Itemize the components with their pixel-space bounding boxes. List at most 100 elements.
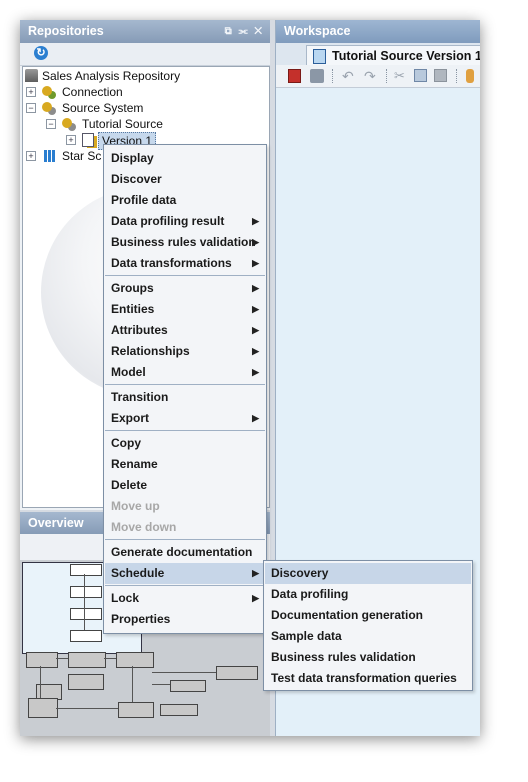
menu-item-business-rules-validation[interactable]: Business rules validation ▶ <box>105 232 265 253</box>
diagram-icon <box>313 49 326 64</box>
overview-connector <box>152 672 216 673</box>
submenu-item-business-rules-validation[interactable]: Business rules validation <box>265 647 471 668</box>
menu-item-model[interactable]: Model ▶ <box>105 362 265 383</box>
menu-item-label: Properties <box>111 612 171 626</box>
application-window: Repositories ⧉ ⫘ ✕ ↻ Sales Analysis Repo… <box>20 20 480 736</box>
menu-item-data-profiling-result[interactable]: Data profiling result ▶ <box>105 211 265 232</box>
menu-item-label: Business rules validation <box>111 235 256 249</box>
source-system-icon <box>42 102 52 112</box>
tab-tutorial-source-version-1[interactable]: Tutorial Source Version 1 D <box>306 45 480 66</box>
menu-separator <box>105 430 265 431</box>
submenu-arrow-icon: ▶ <box>252 237 259 247</box>
menu-item-lock[interactable]: Lock ▶ <box>105 588 265 609</box>
submenu-item-label: Business rules validation <box>271 650 416 664</box>
menu-item-label: Attributes <box>111 323 168 337</box>
submenu-arrow-icon: ▶ <box>252 258 259 268</box>
tree-node-label: Sales Analysis Repository <box>42 69 181 83</box>
tree-node-label: Source System <box>62 101 144 115</box>
overview-connector <box>84 574 85 630</box>
menu-item-transition[interactable]: Transition <box>105 387 265 408</box>
submenu-item-label: Documentation generation <box>271 608 424 622</box>
workspace-toolbar: ↶ ↷ ✂ <box>276 65 480 88</box>
submenu-arrow-icon: ▶ <box>252 346 259 356</box>
overview-connector <box>104 658 116 659</box>
menu-item-move-down: Move down <box>105 517 265 538</box>
submenu-arrow-icon: ▶ <box>252 325 259 335</box>
overview-entity <box>28 698 58 718</box>
menu-item-attributes[interactable]: Attributes ▶ <box>105 320 265 341</box>
pdf-icon[interactable] <box>288 69 301 83</box>
submenu-item-test-data-transformation-queries[interactable]: Test data transformation queries <box>265 668 471 689</box>
menu-item-properties[interactable]: Properties <box>105 609 265 630</box>
collapse-icon[interactable]: − <box>46 119 56 129</box>
menu-item-label: Lock <box>111 591 140 605</box>
schedule-submenu: Discovery Data profiling Documentation g… <box>263 560 473 691</box>
pan-icon[interactable] <box>466 69 474 83</box>
menu-item-label: Generate documentation <box>111 545 253 559</box>
menu-item-label: Model <box>111 365 146 379</box>
menu-item-data-transformations[interactable]: Data transformations ▶ <box>105 253 265 274</box>
cut-icon[interactable]: ✂ <box>394 69 408 83</box>
menu-item-profile-data[interactable]: Profile data <box>105 190 265 211</box>
print-icon[interactable] <box>310 69 324 83</box>
tab-label: Tutorial Source Version 1 D <box>332 49 480 63</box>
overview-connector <box>56 708 118 709</box>
overview-entity <box>70 564 102 576</box>
menu-separator <box>105 585 265 586</box>
overview-entity <box>68 652 106 668</box>
menu-item-delete[interactable]: Delete <box>105 475 265 496</box>
menu-item-label: Move down <box>111 520 177 534</box>
menu-item-groups[interactable]: Groups ▶ <box>105 278 265 299</box>
overview-entity <box>68 674 104 690</box>
submenu-arrow-icon: ▶ <box>252 283 259 293</box>
tree-node-label: Tutorial Source <box>82 117 163 131</box>
tree-node-label: Connection <box>62 85 123 99</box>
redo-icon[interactable]: ↷ <box>364 69 378 83</box>
expand-icon[interactable]: + <box>26 87 36 97</box>
menu-item-rename[interactable]: Rename <box>105 454 265 475</box>
expand-icon[interactable]: + <box>26 151 36 161</box>
menu-item-entities[interactable]: Entities ▶ <box>105 299 265 320</box>
menu-item-display[interactable]: Display <box>105 148 265 169</box>
paste-icon[interactable] <box>434 69 447 82</box>
expand-icon[interactable]: + <box>66 135 76 145</box>
panel-window-controls[interactable]: ⧉ ⫘ ✕ <box>225 20 264 43</box>
menu-item-export[interactable]: Export ▶ <box>105 408 265 429</box>
menu-item-copy[interactable]: Copy <box>105 433 265 454</box>
workspace-panel-header: Workspace <box>276 20 480 43</box>
overview-panel-title: Overview <box>28 516 84 530</box>
undo-icon[interactable]: ↶ <box>342 69 356 83</box>
menu-item-label: Rename <box>111 457 158 471</box>
workspace-tab-bar: Tutorial Source Version 1 D <box>276 43 480 66</box>
overview-connector <box>56 658 68 659</box>
copy-icon[interactable] <box>414 69 427 82</box>
submenu-item-discovery[interactable]: Discovery <box>265 563 471 584</box>
repositories-toolbar: ↻ <box>20 43 270 66</box>
menu-item-discover[interactable]: Discover <box>105 169 265 190</box>
menu-item-schedule[interactable]: Schedule ▶ <box>105 563 265 584</box>
menu-item-relationships[interactable]: Relationships ▶ <box>105 341 265 362</box>
refresh-icon[interactable]: ↻ <box>34 46 48 60</box>
toolbar-separator <box>386 69 388 83</box>
menu-item-label: Schedule <box>111 566 165 580</box>
menu-item-label: Data transformations <box>111 256 232 270</box>
menu-separator <box>105 539 265 540</box>
menu-item-label: Entities <box>111 302 155 316</box>
workspace-panel-title: Workspace <box>284 24 351 38</box>
menu-separator <box>105 275 265 276</box>
submenu-arrow-icon: ▶ <box>252 304 259 314</box>
context-menu: Display Discover Profile data Data profi… <box>103 144 267 634</box>
overview-entity <box>216 666 258 680</box>
version-icon <box>82 133 94 147</box>
menu-item-label: Profile data <box>111 193 177 207</box>
submenu-item-sample-data[interactable]: Sample data <box>265 626 471 647</box>
menu-item-label: Transition <box>111 390 169 404</box>
tree-node-label: Star Sc <box>62 149 102 163</box>
menu-item-generate-documentation[interactable]: Generate documentation <box>105 542 265 563</box>
collapse-icon[interactable]: − <box>26 103 36 113</box>
menu-item-label: Delete <box>111 478 148 492</box>
submenu-item-data-profiling[interactable]: Data profiling <box>265 584 471 605</box>
menu-item-label: Display <box>111 151 154 165</box>
submenu-arrow-icon: ▶ <box>252 593 259 603</box>
submenu-item-documentation-generation[interactable]: Documentation generation <box>265 605 471 626</box>
